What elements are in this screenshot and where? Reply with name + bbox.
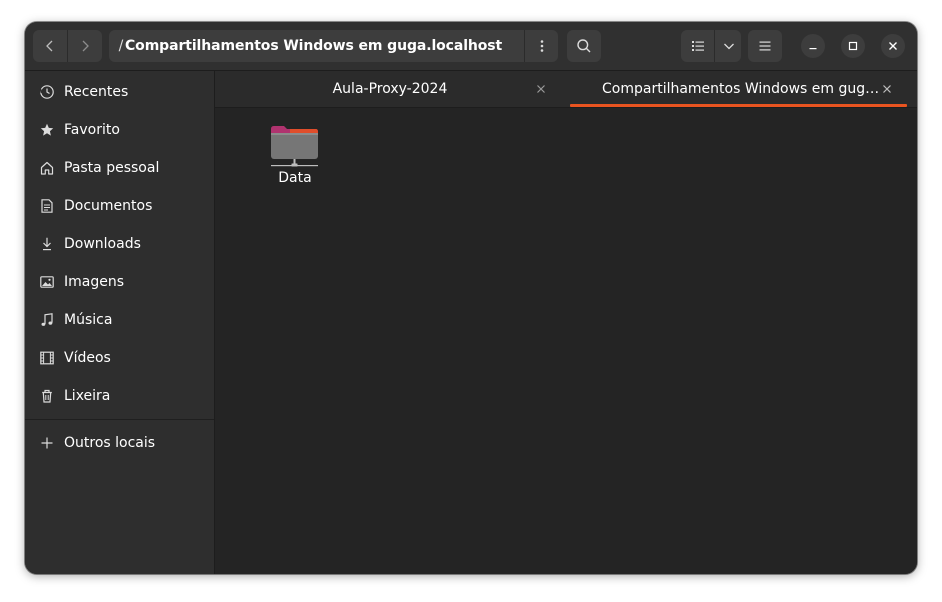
active-tab-indicator xyxy=(570,104,907,107)
chevron-down-icon xyxy=(724,43,734,50)
sidebar-item-pasta-pessoal[interactable]: Pasta pessoal xyxy=(25,149,214,187)
tab-label: Compartilhamentos Windows em gug… xyxy=(602,81,880,97)
sidebar-item-favorito[interactable]: Favorito xyxy=(25,111,214,149)
sidebar-item-outros-locais[interactable]: Outros locais xyxy=(25,424,214,462)
sidebar-item-lixeira[interactable]: Lixeira xyxy=(25,377,214,415)
home-icon xyxy=(39,160,55,176)
sidebar-item-documentos[interactable]: Documentos xyxy=(25,187,214,225)
sidebar-item-label: Recentes xyxy=(64,84,129,100)
path-bar[interactable]: / Compartilhamentos Windows em guga.loca… xyxy=(109,30,558,62)
view-options-button[interactable] xyxy=(714,30,744,62)
star-icon xyxy=(39,122,55,138)
minimize-icon xyxy=(809,48,817,50)
sidebar: Recentes Favorito Pasta pessoal Document… xyxy=(25,71,215,574)
document-icon xyxy=(39,198,55,214)
close-button[interactable] xyxy=(881,34,905,58)
sidebar-item-downloads[interactable]: Downloads xyxy=(25,225,214,263)
file-item-data[interactable]: Data xyxy=(260,116,330,186)
network-folder-icon xyxy=(271,126,318,167)
close-icon xyxy=(889,42,897,50)
file-manager-window: / Compartilhamentos Windows em guga.loca… xyxy=(25,22,917,574)
maximize-button[interactable] xyxy=(841,34,865,58)
list-view-icon xyxy=(692,41,704,51)
clock-icon xyxy=(39,84,55,100)
view-toggle-group xyxy=(681,30,741,62)
chevron-right-icon xyxy=(82,40,89,52)
sidebar-item-label: Vídeos xyxy=(64,350,111,366)
download-icon xyxy=(39,236,55,252)
file-name-label: Data xyxy=(278,170,312,186)
music-icon xyxy=(39,312,55,328)
tab-label: Aula-Proxy-2024 xyxy=(332,81,448,97)
vertical-dots-icon xyxy=(540,40,543,52)
back-button[interactable] xyxy=(33,30,67,62)
minimize-button[interactable] xyxy=(801,34,825,58)
sidebar-item-label: Imagens xyxy=(64,274,125,290)
tab-close-button[interactable] xyxy=(533,81,549,97)
list-view-button[interactable] xyxy=(683,30,713,62)
search-button[interactable] xyxy=(567,30,601,62)
chevron-left-icon xyxy=(46,40,53,52)
sidebar-separator xyxy=(25,419,214,420)
forward-button[interactable] xyxy=(68,30,102,62)
sidebar-item-musica[interactable]: Música xyxy=(25,301,214,339)
maximize-icon xyxy=(848,41,858,51)
sidebar-item-label: Outros locais xyxy=(64,435,156,451)
close-icon xyxy=(537,85,545,93)
tab-bar: Aula-Proxy-2024 Compartilhamentos Window… xyxy=(215,71,917,108)
tab-compartilhamentos[interactable]: Compartilhamentos Windows em gug… xyxy=(570,71,917,107)
navigation-buttons xyxy=(33,30,102,62)
tab-aula-proxy[interactable]: Aula-Proxy-2024 xyxy=(215,71,565,107)
path-menu-button[interactable] xyxy=(524,30,558,62)
sidebar-item-label: Favorito xyxy=(64,122,120,138)
sidebar-item-label: Downloads xyxy=(64,236,141,252)
sidebar-item-imagens[interactable]: Imagens xyxy=(25,263,214,301)
search-icon xyxy=(577,39,591,53)
tab-close-button[interactable] xyxy=(879,81,895,97)
headerbar: / Compartilhamentos Windows em guga.loca… xyxy=(25,22,917,71)
main-menu-button[interactable] xyxy=(748,30,782,62)
sidebar-item-label: Documentos xyxy=(64,198,153,214)
file-view: Data xyxy=(215,108,917,574)
trash-icon xyxy=(39,388,55,404)
path-current-location[interactable]: Compartilhamentos Windows em guga.localh… xyxy=(125,30,523,62)
close-icon xyxy=(883,85,891,93)
sidebar-item-recentes[interactable]: Recentes xyxy=(25,73,214,111)
image-icon xyxy=(39,274,55,290)
hamburger-menu-icon xyxy=(759,41,771,51)
sidebar-item-label: Música xyxy=(64,312,113,328)
film-icon xyxy=(39,350,55,366)
plus-icon xyxy=(39,435,55,451)
sidebar-item-label: Pasta pessoal xyxy=(64,160,160,176)
sidebar-item-label: Lixeira xyxy=(64,388,111,404)
sidebar-item-videos[interactable]: Vídeos xyxy=(25,339,214,377)
